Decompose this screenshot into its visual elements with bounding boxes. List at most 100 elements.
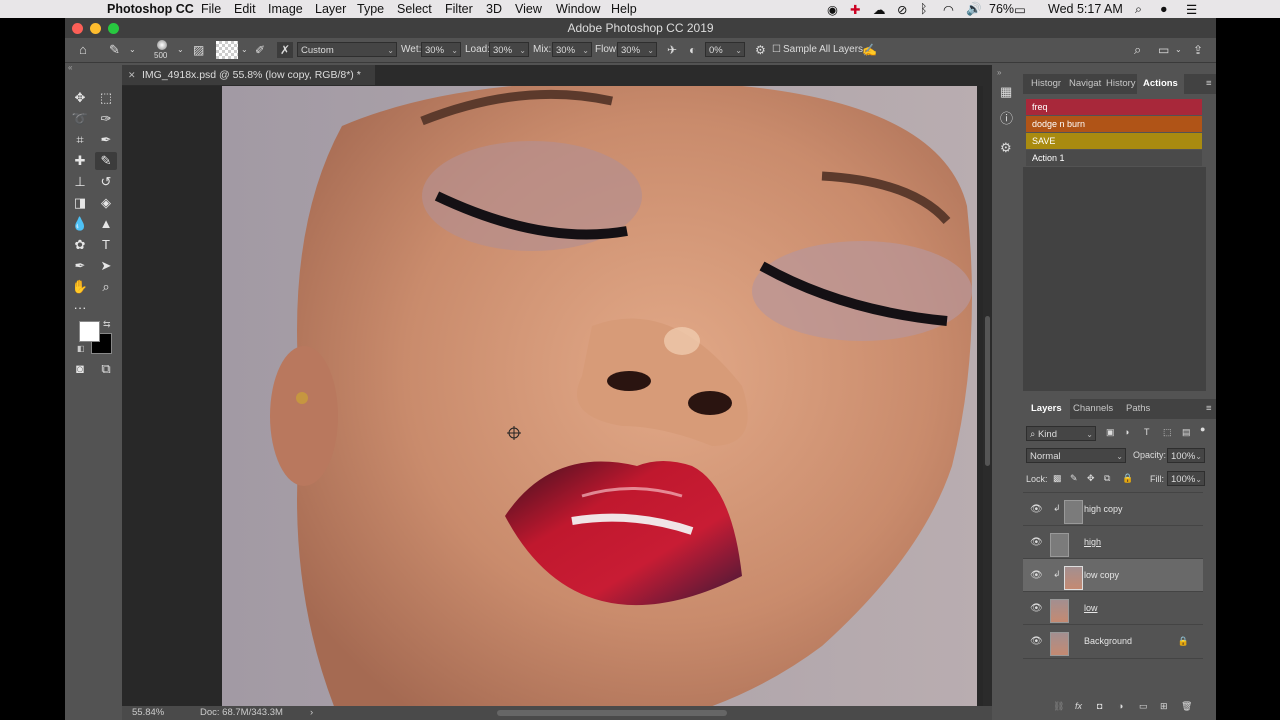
visibility-eye-icon[interactable]: 👁 — [1030, 636, 1043, 647]
brush-preset-chevron-icon[interactable]: ⌄ — [177, 42, 184, 58]
tab-actions[interactable]: Actions — [1137, 74, 1184, 94]
top-panel-menu-icon[interactable]: ≡ — [1206, 74, 1212, 94]
action-save[interactable]: SAVE — [1026, 133, 1202, 149]
tab-navigator[interactable]: Navigat — [1069, 74, 1101, 94]
lock-artboard-icon[interactable]: ⧉ — [1104, 473, 1110, 484]
horizontal-scroll-thumb[interactable] — [497, 710, 727, 716]
filter-shape-icon[interactable]: ⬚ — [1163, 427, 1172, 438]
zoom-tool-icon[interactable]: ⌕ — [95, 278, 117, 296]
histogram-panel-icon[interactable]: ▦ — [1000, 84, 1012, 100]
lock-image-icon[interactable]: ✎ — [1070, 473, 1078, 484]
move-tool-icon[interactable]: ✥ — [69, 89, 91, 107]
mix-input[interactable]: 30% ⌄ — [552, 42, 592, 57]
record-icon[interactable]: ◉ — [827, 2, 838, 17]
brush-preset-picker[interactable]: 500 — [149, 40, 175, 62]
history-brush-tool-icon[interactable]: ↺ — [95, 173, 117, 191]
load-swatch[interactable] — [216, 41, 238, 59]
close-document-icon[interactable]: ✕ — [128, 65, 136, 85]
tool-preset-dropdown-icon[interactable]: ⌄ — [129, 42, 136, 58]
healing-brush-tool-icon[interactable]: ✚ — [69, 152, 91, 170]
quick-mask-icon[interactable]: ◙ — [69, 360, 91, 378]
mixer-brush-tool-icon[interactable]: ✎ — [109, 42, 120, 58]
properties-panel-icon[interactable]: ⚙ — [1000, 140, 1012, 156]
tab-paths[interactable]: Paths — [1126, 399, 1150, 419]
quick-select-tool-icon[interactable]: ✑ — [95, 110, 117, 128]
workspace-chevron-icon[interactable]: ⌄ — [1175, 42, 1182, 58]
tab-layers[interactable]: Layers — [1023, 399, 1070, 419]
hand-tool-icon[interactable]: ✋ — [69, 278, 91, 296]
add-mask-icon[interactable]: ◘ — [1097, 701, 1102, 711]
layers-panel-menu-icon[interactable]: ≡ — [1206, 399, 1212, 419]
lock-all-icon[interactable]: 🔒 — [1122, 473, 1133, 484]
smoothing-settings-gear-icon[interactable]: ⚙ — [755, 42, 766, 58]
battery-icon[interactable]: ▭ — [1014, 2, 1026, 17]
opacity-input[interactable]: 100% ⌄ — [1167, 448, 1205, 463]
visibility-eye-icon[interactable]: 👁 — [1030, 570, 1043, 581]
workspace-icon[interactable]: ▭ — [1158, 42, 1169, 58]
path-selection-tool-icon[interactable]: ➤ — [95, 257, 117, 275]
brush-tool-icon[interactable]: ✎ — [95, 152, 117, 170]
layer-row-low[interactable]: 👁 low — [1023, 591, 1203, 625]
load-input[interactable]: 30% ⌄ — [489, 42, 529, 57]
filter-toggle-icon[interactable]: ● — [1200, 424, 1205, 434]
layer-row-low-copy[interactable]: 👁 ↲ low copy — [1023, 558, 1203, 592]
lock-transparent-icon[interactable]: ▩ — [1053, 473, 1062, 484]
tab-channels[interactable]: Channels — [1073, 399, 1113, 419]
collapse-toolbox-icon[interactable]: « — [65, 63, 125, 72]
menu-type[interactable]: Type — [357, 2, 384, 16]
clock[interactable]: Wed 5:17 AM — [1048, 2, 1123, 16]
wet-input[interactable]: 30% ⌄ — [421, 42, 461, 57]
vertical-scroll-thumb[interactable] — [985, 316, 990, 466]
spotlight-icon[interactable]: ⌕ — [1135, 2, 1142, 17]
sponge-tool-icon[interactable]: ✿ — [69, 236, 91, 254]
pressure-icon[interactable]: ✍ — [862, 42, 877, 58]
bluetooth-icon[interactable]: ᛒ — [920, 2, 928, 16]
menu-image[interactable]: Image — [268, 2, 303, 16]
menu-help[interactable]: Help — [611, 2, 637, 16]
action-1[interactable]: Action 1 — [1026, 150, 1202, 166]
new-layer-icon[interactable]: ⊞ — [1160, 701, 1168, 712]
paint-bucket-tool-icon[interactable]: ◈ — [95, 194, 117, 212]
layer-style-fx-icon[interactable]: fx — [1075, 701, 1082, 711]
document-tab[interactable]: ✕ IMG_4918x.psd @ 55.8% (low copy, RGB/8… — [122, 65, 375, 85]
action-freq[interactable]: freq — [1026, 99, 1202, 115]
menu-edit[interactable]: Edit — [234, 2, 256, 16]
notification-center-icon[interactable]: ☰ — [1186, 2, 1197, 17]
swap-colors-icon[interactable]: ⇆ — [103, 319, 111, 330]
photo-canvas[interactable] — [222, 86, 977, 706]
swatch-chevron-icon[interactable]: ⌄ — [241, 42, 248, 58]
marquee-tool-icon[interactable]: ⬚ — [95, 89, 117, 107]
app-menu[interactable]: Photoshop CC — [107, 2, 194, 16]
info-panel-icon[interactable]: ⓘ — [1000, 108, 1013, 127]
user-avatar-icon[interactable]: ● — [1160, 2, 1168, 16]
minimize-window-button[interactable] — [90, 23, 101, 34]
layer-row-background[interactable]: 👁 Background 🔒 — [1023, 624, 1203, 659]
crop-tool-icon[interactable]: ⌗ — [69, 131, 91, 149]
link-layers-icon[interactable]: ⛓ — [1053, 701, 1064, 712]
load-brush-icon[interactable]: ✐ — [255, 42, 265, 58]
menu-filter[interactable]: Filter — [445, 2, 473, 16]
wifi-icon[interactable]: ◠ — [943, 2, 954, 17]
lock-position-icon[interactable]: ✥ — [1087, 473, 1095, 484]
delete-layer-icon[interactable]: 🗑 — [1181, 701, 1192, 712]
volume-icon[interactable]: 🔊 — [966, 2, 982, 17]
menu-window[interactable]: Window — [556, 2, 600, 16]
layer-row-high[interactable]: 👁 high — [1023, 525, 1203, 559]
flow-input[interactable]: 30% ⌄ — [617, 42, 657, 57]
menu-view[interactable]: View — [515, 2, 542, 16]
clean-brush-icon[interactable]: ✗ — [277, 42, 294, 58]
close-window-button[interactable] — [72, 23, 83, 34]
home-icon[interactable]: ⌂ — [79, 42, 87, 58]
pen-tool-icon[interactable]: ✒ — [69, 257, 91, 275]
menu-file[interactable]: File — [201, 2, 221, 16]
canvas-area[interactable] — [122, 86, 992, 706]
tab-histogram[interactable]: Histogr — [1031, 74, 1061, 94]
search-icon[interactable]: ⌕ — [1134, 42, 1141, 58]
sync-icon[interactable]: ⊘ — [897, 2, 907, 17]
smoothing-input[interactable]: 0% ⌄ — [705, 42, 745, 57]
blend-preset-dropdown[interactable]: Custom ⌄ — [297, 42, 397, 57]
dodge-tool-icon[interactable]: ▲ — [95, 215, 117, 233]
smoothing-icon[interactable]: ◐ — [689, 42, 696, 58]
vertical-scrollbar[interactable] — [983, 86, 992, 706]
new-adjustment-layer-icon[interactable]: ◑ — [1118, 701, 1123, 711]
